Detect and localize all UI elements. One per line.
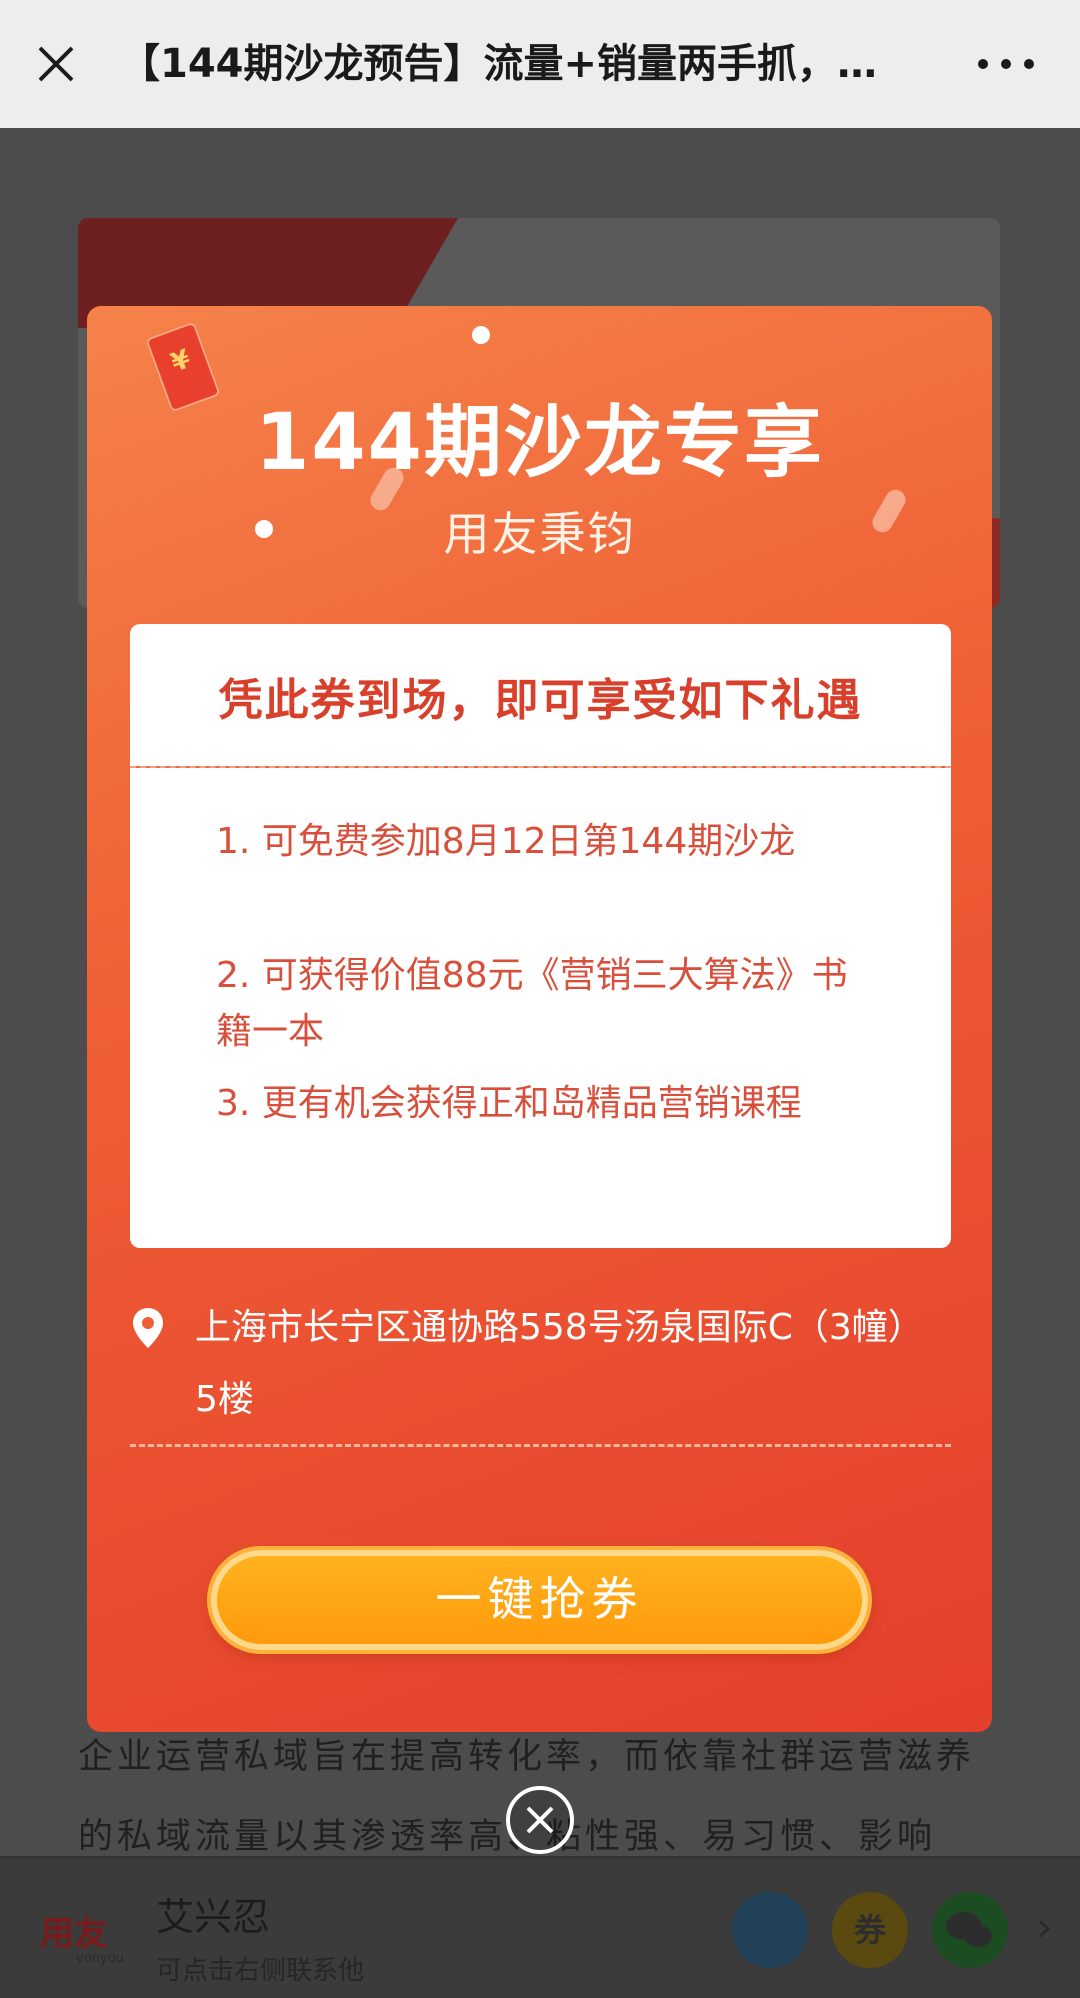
page-title: 【144期沙龙预告】流量+销量两手抓，… (120, 41, 878, 87)
company-logo: 用友 yonyou (40, 1914, 124, 1966)
contact-bar: 用友 yonyou 艾兴忍 可点击右侧联系他 券 › (0, 1856, 1080, 1998)
circle-close-icon[interactable] (504, 1784, 576, 1856)
contact-name: 艾兴忍 (156, 1895, 271, 1939)
avatar-icon[interactable] (732, 1892, 808, 1968)
close-icon[interactable] (28, 36, 84, 92)
benefit-item: 2. 可获得价值88元《营销三大算法》书籍一本 (216, 955, 848, 1052)
wechat-icon[interactable] (932, 1892, 1008, 1968)
ticket-header: 凭此券到场，即可享受如下礼遇 (130, 624, 951, 766)
coupon-subtitle: 用友秉钧 (443, 507, 636, 561)
chevron-right-icon[interactable]: › (1036, 1902, 1053, 1951)
benefit-item: 1. 可免费参加8月12日第144期沙龙 (216, 821, 796, 862)
more-icon[interactable] (978, 50, 1034, 78)
coupon-icon[interactable]: 券 (832, 1892, 908, 1968)
coupon-title: 144期沙龙专享 (255, 398, 824, 488)
ticket-body: 1. 可免费参加8月12日第144期沙龙 2. 可获得价值88元《营销三大算法》… (130, 768, 951, 1248)
venue-address: 上海市长宁区通协路558号汤泉国际C（3幢）5楼 (195, 1307, 924, 1420)
confetti-dot (472, 326, 490, 344)
benefit-item: 3. 更有机会获得正和岛精品营销课程 (216, 1083, 802, 1124)
contact-hint: 可点击右侧联系他 (156, 1956, 365, 1986)
divider (130, 1444, 951, 1447)
coupon-modal: ¥ 144期沙龙专享 用友秉钧 凭此券到场，即可享受如下礼遇 1. 可免费参加8… (87, 306, 992, 1732)
location-pin-icon (133, 1308, 163, 1348)
article-line: 企业运营私域旨在提高转化率，而依靠社群运营滋养 (78, 1737, 976, 1777)
grab-coupon-button[interactable]: 一键抢券 (211, 1550, 868, 1650)
top-nav-bar: 【144期沙龙预告】流量+销量两手抓，… (0, 0, 1080, 128)
ticket-heading: 凭此券到场，即可享受如下礼遇 (218, 675, 863, 726)
